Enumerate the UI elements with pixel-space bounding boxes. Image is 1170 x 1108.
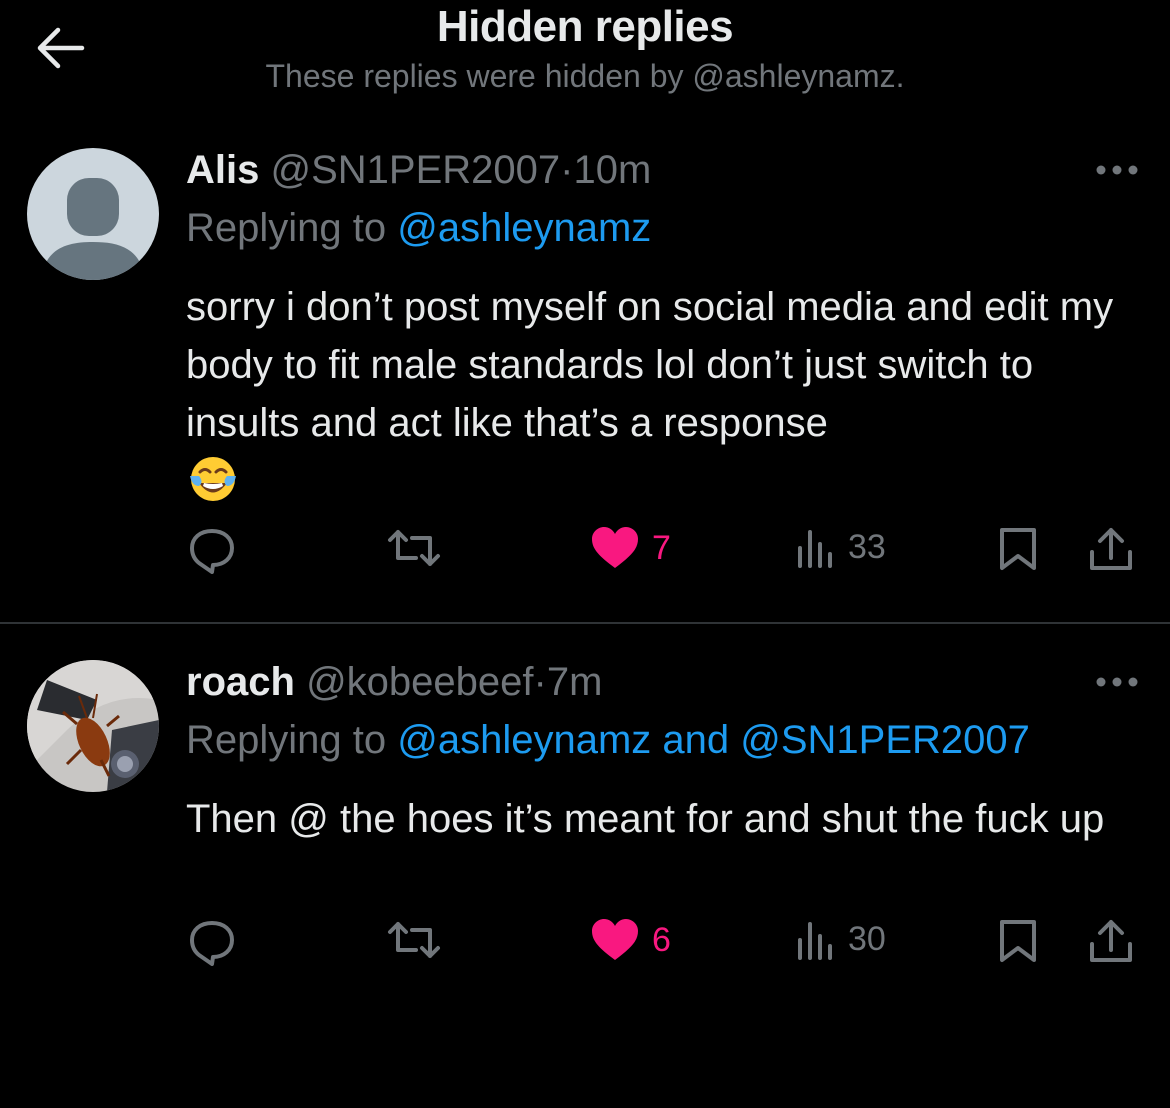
- share-button[interactable]: [1088, 526, 1134, 574]
- mention-link[interactable]: @ashleynamz: [397, 718, 651, 762]
- replying-to: Replying to @ashleynamz: [186, 206, 651, 251]
- retweet-icon: [388, 530, 440, 566]
- tweet-text: sorry i don’t post myself on social medi…: [186, 278, 1146, 522]
- bookmark-icon: [1000, 920, 1036, 962]
- avatar[interactable]: [27, 660, 159, 792]
- separator: ·: [560, 148, 574, 192]
- replying-to: Replying to @ashleynamz and @SN1PER2007: [186, 718, 1030, 763]
- like-count: 7: [652, 528, 671, 567]
- page-subtitle: These replies were hidden by @ashleynamz…: [265, 58, 905, 94]
- replying-prefix: Replying to: [186, 718, 398, 762]
- retweet-icon: [388, 922, 440, 958]
- handle[interactable]: @SN1PER2007: [270, 148, 560, 192]
- bookmark-icon: [1000, 528, 1036, 570]
- timestamp[interactable]: 10m: [573, 148, 651, 192]
- view-count: 30: [848, 919, 886, 958]
- reply-button[interactable]: [186, 526, 238, 576]
- bookmark-button[interactable]: [998, 526, 1038, 572]
- like-button[interactable]: 6: [590, 918, 671, 962]
- tweet-actions: 7 33: [0, 526, 1170, 586]
- bookmark-button[interactable]: [998, 918, 1038, 964]
- share-icon: [1090, 920, 1132, 962]
- share-button[interactable]: [1088, 918, 1134, 966]
- more-horizontal-icon: [1096, 677, 1138, 687]
- separator: ·: [533, 660, 547, 704]
- heart-icon: [592, 527, 638, 568]
- reply-button[interactable]: [186, 918, 238, 968]
- like-count: 6: [652, 920, 671, 959]
- replying-joiner: and: [651, 718, 741, 762]
- reply-icon: [190, 529, 234, 574]
- more-button[interactable]: [1092, 664, 1142, 700]
- views-icon: [798, 922, 832, 960]
- share-icon: [1090, 528, 1132, 570]
- more-button[interactable]: [1092, 152, 1142, 188]
- avatar[interactable]: [27, 148, 159, 280]
- retweet-button[interactable]: [386, 526, 442, 570]
- views-button[interactable]: 33: [796, 526, 886, 568]
- roach-photo-avatar-icon: [27, 660, 159, 792]
- reply-icon: [190, 921, 234, 966]
- hidden-replies-screen: Hidden replies These replies were hidden…: [0, 0, 1170, 1108]
- more-horizontal-icon: [1096, 165, 1138, 175]
- heart-icon: [592, 919, 638, 960]
- tweet-actions: 6 30: [0, 918, 1170, 978]
- mention-link[interactable]: @ashleynamz: [397, 206, 651, 250]
- timestamp[interactable]: 7m: [547, 660, 603, 704]
- tweet-text: Then @ the hoes it’s meant for and shut …: [186, 790, 1146, 848]
- display-name[interactable]: roach: [186, 660, 295, 704]
- tweet-header: Alis @SN1PER2007·10m: [186, 148, 651, 193]
- views-button[interactable]: 30: [796, 918, 886, 960]
- tweet-header: roach @kobeebeef·7m: [186, 660, 602, 705]
- view-count: 33: [848, 527, 886, 566]
- page-title: Hidden replies: [436, 2, 734, 51]
- tweet-body: Then @ the hoes it’s meant for and shut …: [186, 797, 1105, 841]
- retweet-button[interactable]: [386, 918, 442, 962]
- handle[interactable]: @kobeebeef: [306, 660, 533, 704]
- divider: [0, 622, 1170, 624]
- tweet[interactable]: Alis @SN1PER2007·10m Replying to @ashley…: [0, 140, 1170, 622]
- tweet-body: sorry i don’t post myself on social medi…: [186, 285, 1114, 445]
- display-name[interactable]: Alis: [186, 148, 259, 192]
- views-icon: [798, 530, 832, 568]
- face-with-tears-of-joy-icon: [186, 452, 240, 522]
- tweet[interactable]: roach @kobeebeef·7m Replying to @ashleyn…: [0, 652, 1170, 1012]
- like-button[interactable]: 7: [590, 526, 671, 570]
- replying-prefix: Replying to: [186, 206, 398, 250]
- mention-link[interactable]: @SN1PER2007: [740, 718, 1030, 762]
- default-avatar-icon: [27, 148, 159, 280]
